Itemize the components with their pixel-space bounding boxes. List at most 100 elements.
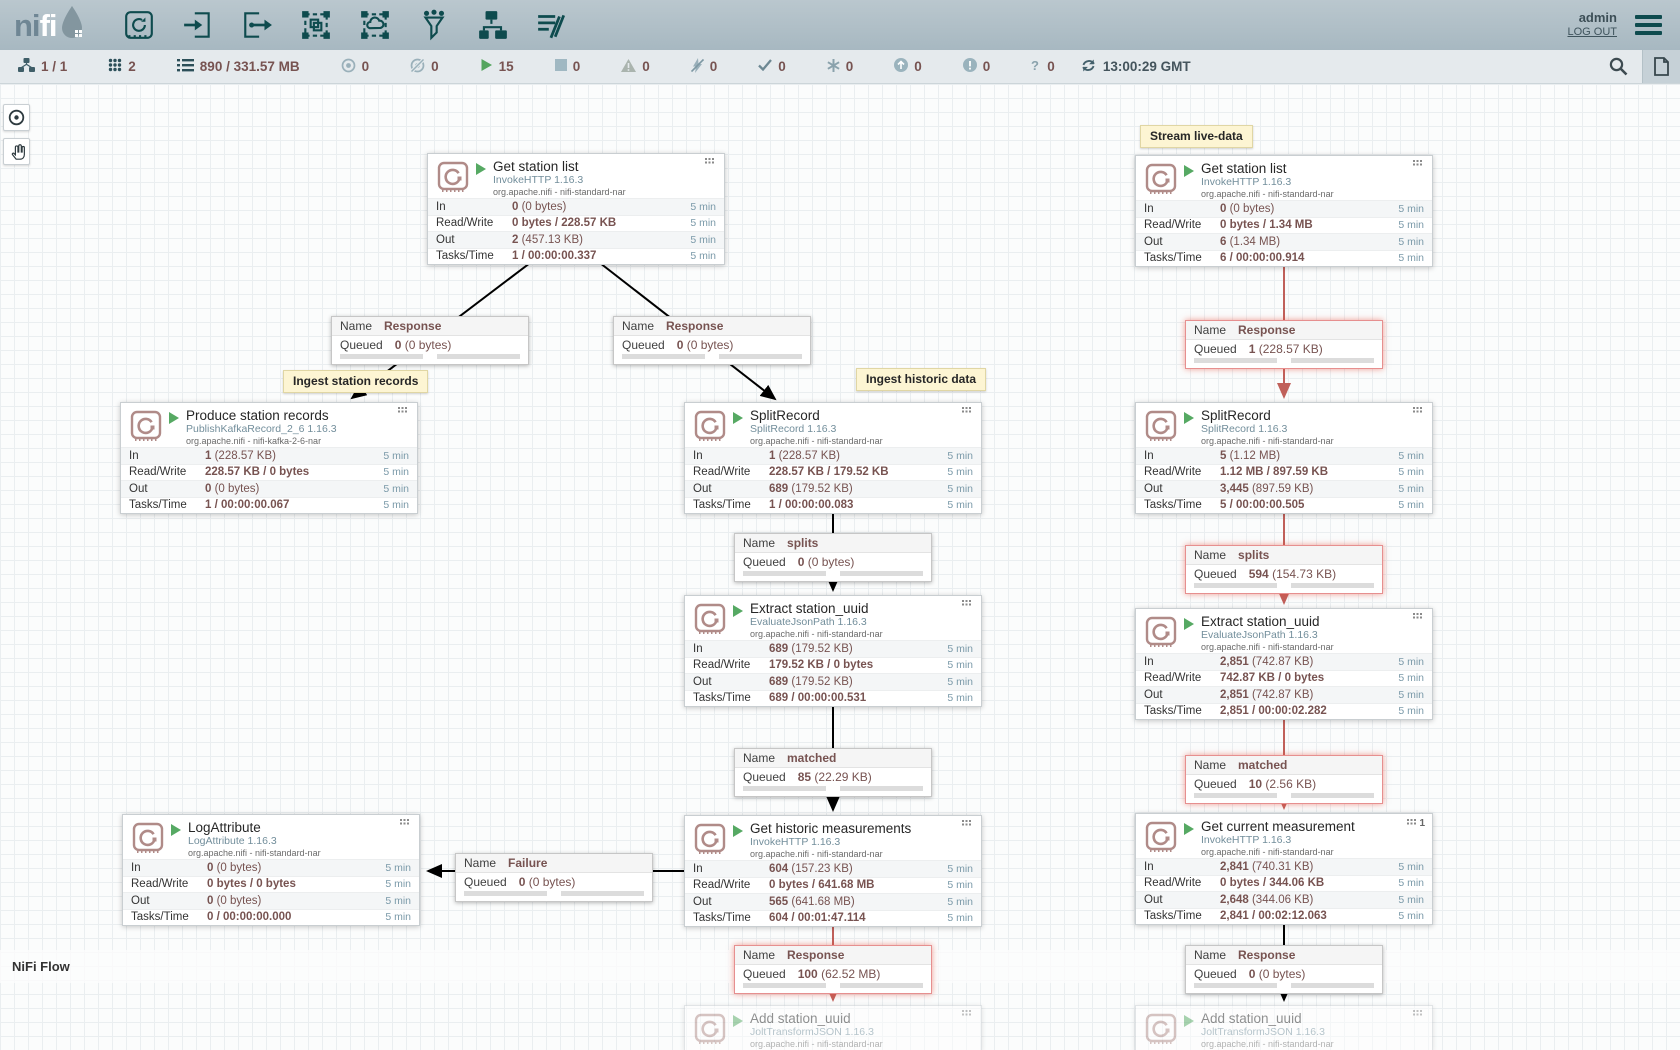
connection-name: Failure [508, 856, 547, 870]
stat-window: 5 min [1398, 910, 1424, 922]
processor-stat-row: Out 2,648 (344.06 KB) 5 min [1136, 891, 1432, 908]
status-bar-item-stale: 0 [894, 58, 948, 75]
connection-name-key: Name [1194, 948, 1226, 962]
processor-node[interactable]: Get station list InvokeHTTP 1.16.3 org.a… [427, 153, 725, 265]
hand-tool-button[interactable] [3, 138, 30, 165]
funnel-icon[interactable] [416, 7, 452, 43]
template-icon[interactable] [475, 7, 511, 43]
connection-label[interactable]: Name Response Queued 0 (0 bytes) [613, 316, 811, 365]
processor-stamp-icon [693, 821, 727, 860]
refresh-status[interactable]: 13:00:29 GMT [1081, 58, 1191, 76]
flow-canvas[interactable]: NiFi Flow Get station list InvokeHTTP 1.… [0, 84, 1680, 1050]
connection-label[interactable]: Name splits Queued 0 (0 bytes) [734, 533, 932, 582]
processor-stat-row: Out 2,851 (742.87 KB) 5 min [1136, 686, 1432, 703]
label-icon[interactable] [534, 7, 570, 43]
processor-stamp-icon [1144, 161, 1178, 200]
processor-node[interactable]: Add station_uuid JoltTransformJSON 1.16.… [684, 1005, 982, 1050]
connection-name: splits [1238, 548, 1269, 562]
canvas-note-label[interactable]: Ingest station records [283, 370, 428, 393]
processor-stamp-icon [436, 159, 470, 198]
processor-node[interactable]: Add station_uuid JoltTransformJSON 1.16.… [1135, 1005, 1433, 1050]
connection-label[interactable]: Name Response Queued 1 (228.57 KB) [1185, 320, 1383, 369]
stat-label: Out [131, 895, 207, 907]
processor-stat-row: Tasks/Time 1 / 00:00:00.083 5 min [685, 497, 981, 514]
stat-value: 2,851 / 00:00:02.282 [1220, 705, 1327, 717]
output-port-icon[interactable] [239, 7, 275, 43]
processor-type: InvokeHTTP 1.16.3 [1201, 834, 1355, 847]
processor-name: SplitRecord [750, 408, 883, 423]
process-group-icon[interactable] [298, 7, 334, 43]
processor-bundle: org.apache.nifi - nifi-standard-nar [1201, 642, 1334, 653]
stat-window: 5 min [383, 499, 409, 511]
processor-icon[interactable] [121, 7, 157, 43]
stat-value-detail: (641.68 MB) [788, 896, 854, 908]
running-status-icon [733, 605, 743, 617]
processor-stamp-icon [129, 408, 163, 447]
search-icon[interactable] [1595, 50, 1642, 83]
processor-node[interactable]: Get current measurement InvokeHTTP 1.16.… [1135, 813, 1433, 925]
connection-queued-key: Queued [622, 338, 665, 352]
threads-grid-icon [108, 58, 122, 75]
active-threads-badge [962, 407, 974, 416]
sync-failure-icon: ? [1031, 58, 1041, 75]
processor-node[interactable]: SplitRecord SplitRecord 1.16.3 org.apach… [684, 402, 982, 514]
canvas-note-label[interactable]: Stream live-data [1140, 125, 1253, 148]
remote-process-group-icon[interactable] [357, 7, 393, 43]
connection-queued-size: (0 bytes) [401, 338, 451, 352]
running-status-icon [171, 824, 181, 836]
processor-node[interactable]: Produce station records PublishKafkaReco… [120, 402, 418, 514]
nifi-logo: nifi [14, 3, 87, 48]
component-toolbar [121, 7, 570, 43]
global-menu-icon[interactable] [1631, 11, 1666, 39]
processor-node[interactable]: SplitRecord SplitRecord 1.16.3 org.apach… [1135, 402, 1433, 514]
stat-label: Tasks/Time [693, 692, 769, 704]
disabled-icon [691, 58, 704, 76]
running-status-icon [169, 412, 179, 424]
processor-stamp-icon [693, 1011, 727, 1050]
size-pressure-bar [1291, 983, 1374, 988]
stat-label: In [1144, 656, 1220, 668]
logout-link[interactable]: LOG OUT [1567, 25, 1617, 40]
queue-pressure-bars [735, 570, 931, 581]
bulletin-board-button[interactable] [1642, 50, 1680, 83]
processor-stat-row: Tasks/Time 2,851 / 00:00:02.282 5 min [1136, 703, 1432, 720]
status-bar-item-sync-failure: ? 0 [1031, 58, 1081, 75]
connection-label[interactable]: Name Response Queued 0 (0 bytes) [331, 316, 529, 365]
connection-label[interactable]: Name Failure Queued 0 (0 bytes) [455, 853, 653, 902]
processor-node[interactable]: Extract station_uuid EvaluateJsonPath 1.… [684, 595, 982, 707]
connection-label[interactable]: Name matched Queued 85 (22.29 KB) [734, 748, 932, 797]
object-pressure-bar [743, 786, 826, 791]
processor-node[interactable]: LogAttribute LogAttribute 1.16.3 org.apa… [122, 814, 420, 926]
breadcrumb[interactable]: NiFi Flow [0, 959, 70, 974]
connection-queued-key: Queued [464, 875, 507, 889]
processor-name: LogAttribute [188, 820, 321, 835]
object-pressure-bar [622, 354, 705, 359]
processor-node[interactable]: Extract station_uuid EvaluateJsonPath 1.… [1135, 608, 1433, 720]
stat-value-detail: (897.59 KB) [1249, 483, 1314, 495]
processor-bundle: org.apache.nifi - nifi-standard-nar [750, 1039, 883, 1050]
connection-label[interactable]: Name matched Queued 10 (2.56 KB) [1185, 755, 1383, 804]
stat-value: 2,841 / 00:02:12.063 [1220, 910, 1327, 922]
input-port-icon[interactable] [180, 7, 216, 43]
stat-window: 5 min [690, 234, 716, 246]
processor-bundle: org.apache.nifi - nifi-standard-nar [750, 849, 911, 860]
connection-label[interactable]: Name Response Queued 100 (62.52 MB) [734, 945, 932, 994]
connection-label[interactable]: Name Response Queued 0 (0 bytes) [1185, 945, 1383, 994]
connection-label[interactable]: Name splits Queued 594 (154.73 KB) [1185, 545, 1383, 594]
stat-value-detail: (344.06 KB) [1249, 894, 1314, 906]
size-pressure-bar [840, 786, 923, 791]
stat-label: Tasks/Time [1144, 910, 1220, 922]
stat-window: 5 min [947, 879, 973, 891]
stat-window: 5 min [947, 466, 973, 478]
stat-window: 5 min [383, 450, 409, 462]
canvas-note-label[interactable]: Ingest historic data [856, 368, 986, 391]
processor-stat-row: In 5 (1.12 MB) 5 min [1136, 447, 1432, 464]
refresh-icon[interactable] [1081, 58, 1096, 76]
processor-node[interactable]: Get station list InvokeHTTP 1.16.3 org.a… [1135, 155, 1433, 267]
birdseye-button[interactable] [3, 104, 30, 131]
connection-name-key: Name [743, 751, 775, 765]
processor-node[interactable]: Get historic measurements InvokeHTTP 1.1… [684, 815, 982, 927]
processor-name: Extract station_uuid [1201, 614, 1334, 629]
stat-window: 5 min [1398, 689, 1424, 701]
processor-stat-row: Out 689 (179.52 KB) 5 min [685, 673, 981, 690]
